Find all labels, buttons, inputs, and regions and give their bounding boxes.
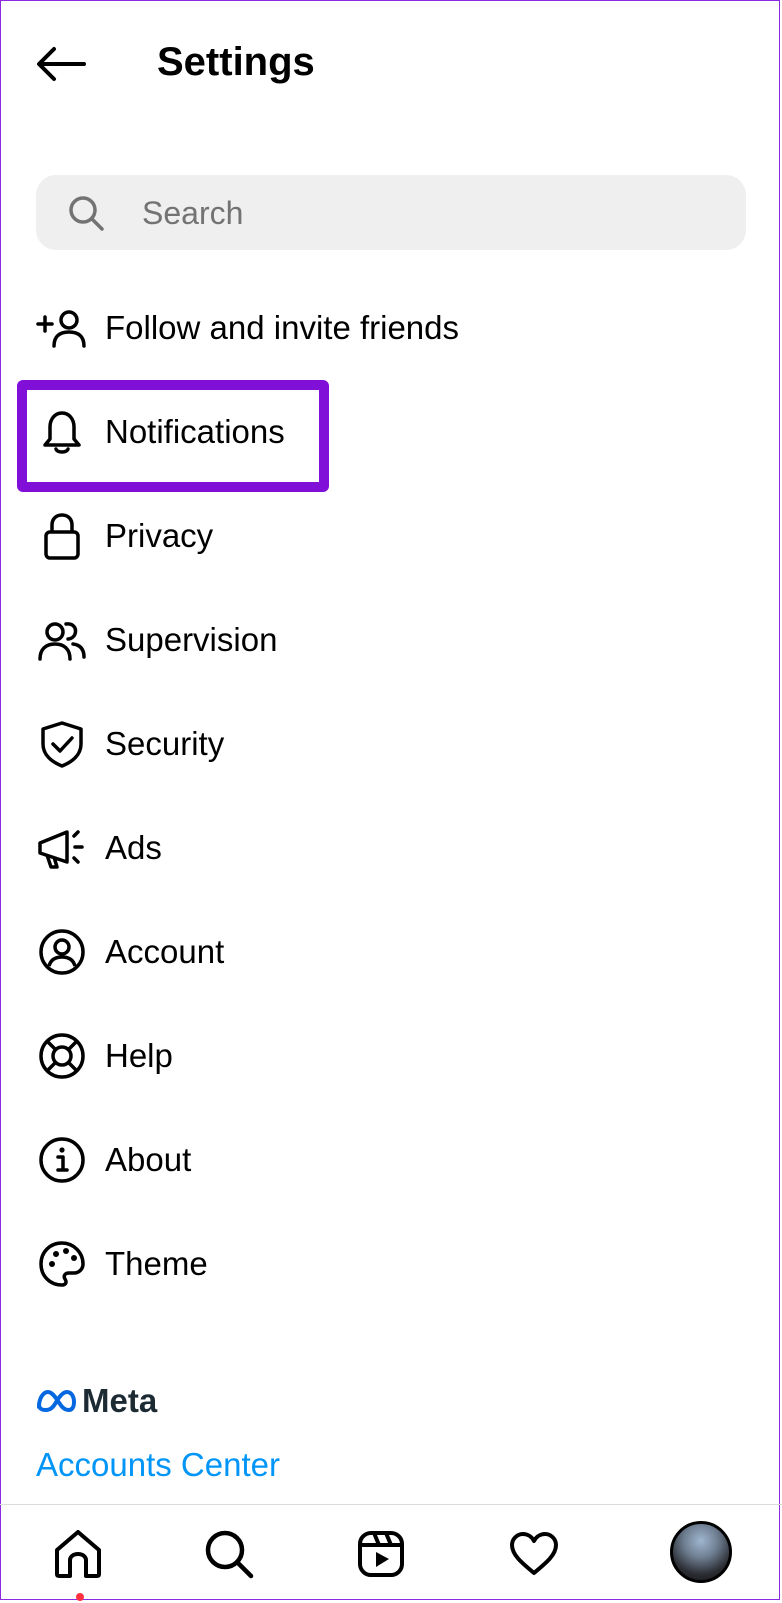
accounts-center-link[interactable]: Accounts Center [36, 1446, 280, 1484]
notification-dot [76, 1593, 84, 1601]
search-icon [205, 1530, 254, 1579]
heart-icon [510, 1532, 558, 1575]
bell-icon [36, 408, 88, 456]
menu-item-label: Account [105, 933, 225, 970]
search-input[interactable] [140, 175, 724, 252]
nav-profile-avatar[interactable] [670, 1521, 732, 1583]
nav-search-button[interactable] [198, 1523, 260, 1585]
people-icon [36, 616, 88, 664]
menu-item-theme[interactable]: Theme [0, 1212, 782, 1316]
add-person-icon [36, 304, 88, 352]
settings-menu: Follow and invite friends Notifications … [0, 276, 782, 1316]
menu-item-label: Notifications [105, 413, 285, 450]
menu-item-label: Security [105, 725, 225, 762]
menu-item-label: About [105, 1141, 192, 1178]
menu-item-notifications[interactable]: Notifications [0, 380, 782, 484]
menu-item-about[interactable]: About [0, 1108, 782, 1212]
account-circle-icon [36, 928, 88, 976]
reels-icon [358, 1531, 404, 1577]
nav-activity-button[interactable] [503, 1523, 565, 1585]
menu-item-label: Supervision [105, 621, 278, 658]
menu-item-label: Ads [105, 829, 162, 866]
back-button[interactable] [30, 40, 92, 88]
meta-brand: Meta [36, 1382, 157, 1420]
lock-icon [36, 512, 88, 560]
nav-reels-button[interactable] [350, 1523, 412, 1585]
menu-item-label: Help [105, 1037, 173, 1074]
menu-item-ads[interactable]: Ads [0, 796, 782, 900]
menu-item-label: Follow and invite friends [105, 309, 460, 346]
megaphone-icon [36, 824, 88, 872]
menu-item-help[interactable]: Help [0, 1004, 782, 1108]
menu-item-privacy[interactable]: Privacy [0, 484, 782, 588]
home-icon [55, 1530, 101, 1578]
meta-wordmark: Meta [82, 1382, 158, 1419]
menu-item-label: Privacy [105, 517, 214, 554]
header: Settings [0, 0, 782, 125]
menu-item-supervision[interactable]: Supervision [0, 588, 782, 692]
arrow-left-icon [37, 47, 86, 81]
search-bar[interactable] [36, 175, 746, 252]
search-icon [69, 196, 104, 231]
lifebuoy-icon [36, 1032, 88, 1080]
info-icon [36, 1136, 88, 1184]
meta-logo-icon [37, 1389, 76, 1413]
menu-item-account[interactable]: Account [0, 900, 782, 1004]
nav-home-button[interactable] [47, 1523, 109, 1585]
bottom-nav [0, 1504, 782, 1603]
shield-check-icon [36, 720, 88, 768]
menu-item-security[interactable]: Security [0, 692, 782, 796]
page-title: Settings [157, 40, 315, 84]
menu-item-label: Theme [105, 1245, 208, 1282]
palette-icon [36, 1240, 88, 1288]
menu-item-follow-invite[interactable]: Follow and invite friends [0, 276, 782, 380]
